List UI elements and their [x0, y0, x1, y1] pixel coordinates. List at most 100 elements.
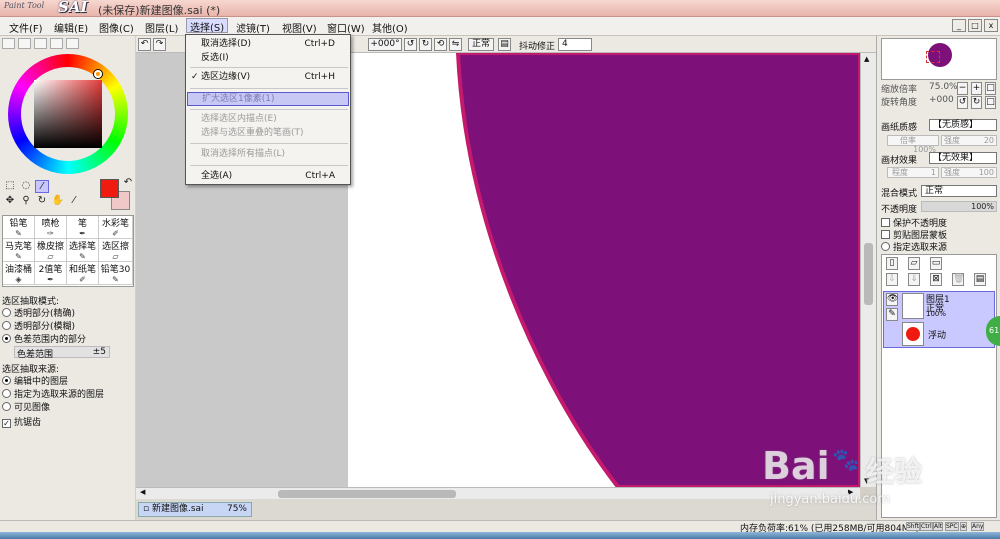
rotate-value[interactable]: +000	[929, 95, 954, 105]
mode-option-3[interactable]: 色差范围内的部分	[2, 332, 86, 345]
new-linework-layer-icon[interactable]: ▱	[908, 257, 920, 270]
undo-icon[interactable]: ↶	[138, 38, 151, 51]
source-option-2[interactable]: 指定为选取来源的图层	[2, 387, 104, 400]
new-layer-icon[interactable]: ▯	[886, 257, 898, 270]
menu-edit[interactable]: 编辑(E)	[54, 20, 88, 35]
layer-row[interactable]: 👁 ✎ 图层1 正常 100% 浮动	[883, 291, 995, 348]
mode-option-1[interactable]: 透明部分(精确)	[2, 306, 75, 319]
zoom-icon[interactable]: ⚲	[19, 195, 33, 208]
canvas-paper[interactable]	[348, 53, 860, 487]
redo-icon[interactable]: ↷	[153, 38, 166, 51]
blend-select[interactable]: 正常	[468, 38, 494, 51]
menu-window[interactable]: 窗口(W)	[327, 20, 365, 35]
rotate-ccw-icon[interactable]: ↺	[957, 96, 968, 109]
close-button[interactable]: x	[984, 19, 998, 32]
opacity-slider[interactable]: 100%	[921, 201, 997, 212]
minimize-button[interactable]: _	[952, 19, 966, 32]
menu-item-deselect[interactable]: 取消选择(D) Ctrl+D	[187, 38, 349, 52]
menu-filter[interactable]: 滤镜(T)	[236, 20, 270, 35]
menu-other[interactable]: 其他(O)	[372, 20, 408, 35]
menu-item-select-all[interactable]: 全选(A) Ctrl+A	[187, 170, 349, 184]
move-icon[interactable]: ✥	[3, 195, 17, 208]
effect-degree-field[interactable]: 程度 1	[887, 167, 939, 178]
brush-pen[interactable]: 笔 ✒	[67, 216, 99, 239]
color-range-field[interactable]: 色差范围 ±5	[14, 346, 110, 360]
rotate-right-icon[interactable]: ↻	[419, 38, 432, 51]
clear-layer-icon[interactable]: ⊠	[930, 273, 942, 286]
layer-edit-pen-icon[interactable]: ✎	[886, 308, 898, 321]
new-folder-icon[interactable]: ▭	[930, 257, 942, 270]
zoom-out-icon[interactable]: −	[957, 82, 968, 95]
effect-select[interactable]: 【无效果】	[929, 152, 997, 164]
hsv-slider-icon[interactable]	[34, 38, 47, 49]
scratchpad-icon[interactable]	[66, 38, 79, 49]
vertical-scrollbar[interactable]: ▲ ▼	[860, 53, 876, 487]
magic-wand-icon[interactable]: ⁄	[35, 180, 49, 193]
source-option-3[interactable]: 可见图像	[2, 400, 50, 413]
brush-select-eraser[interactable]: 选区擦 ▱	[99, 239, 133, 262]
paper-texture-select[interactable]: 【无质感】	[929, 119, 997, 131]
zoom-in-icon[interactable]: +	[971, 82, 982, 95]
rotate-reset-icon[interactable]: □	[985, 96, 996, 109]
reset-rotate-icon[interactable]: ⟲	[434, 38, 447, 51]
mode-option-2[interactable]: 透明部分(模糊)	[2, 319, 75, 332]
select-source-radio[interactable]: 指定选取来源	[881, 240, 947, 253]
visibility-eye-icon[interactable]: 👁	[886, 293, 898, 306]
color-square[interactable]	[34, 80, 102, 148]
mode-toggle-icon[interactable]: ▤	[498, 38, 511, 51]
brush-marker[interactable]: 马克笔 ✎	[3, 239, 35, 262]
menu-item-selection-edge[interactable]: ✓ 选区边缘(V) Ctrl+H	[187, 71, 349, 85]
rotate-left-icon[interactable]: ↺	[404, 38, 417, 51]
brush-select-pen[interactable]: 选择笔 ✎	[67, 239, 99, 262]
navigator[interactable]	[881, 38, 997, 80]
rotate-icon[interactable]: ↻	[35, 195, 49, 208]
flip-icon[interactable]: ⇋	[449, 38, 462, 51]
brush-binary[interactable]: 2值笔 ✒	[35, 262, 67, 285]
brush-eraser[interactable]: 橡皮擦 ▱	[35, 239, 67, 262]
effect-strength-field[interactable]: 强度 100	[941, 167, 997, 178]
navigator-view-rect[interactable]	[926, 51, 940, 63]
antialias-checkbox[interactable]: ✓ 抗锯齿	[2, 415, 41, 428]
menu-item-select-strokes[interactable]: 选择与选区重叠的笔画(T)	[187, 127, 349, 141]
zoom-reset-icon[interactable]: □	[985, 82, 996, 95]
scroll-up-icon[interactable]: ▲	[864, 55, 869, 63]
brush-bucket[interactable]: 油漆桶 ◈	[3, 262, 35, 285]
horizontal-scroll-thumb[interactable]	[278, 490, 456, 498]
menu-item-expand-selection[interactable]: 扩大选区1像素(1)	[187, 92, 349, 106]
menu-select[interactable]: 选择(S)	[186, 18, 229, 34]
brush-airbrush[interactable]: 喷枪 ✑	[35, 216, 67, 239]
rotate-cw-icon[interactable]: ↻	[971, 96, 982, 109]
brush-pencil30[interactable]: 铅笔30 ✎	[99, 262, 133, 285]
eyedropper-icon[interactable]: ⁄	[67, 195, 81, 208]
transfer-down-icon[interactable]: ⇩	[886, 273, 898, 286]
brush-pencil[interactable]: 铅笔 ✎	[3, 216, 35, 239]
delete-layer-icon[interactable]: 🗑	[952, 273, 964, 286]
angle-field[interactable]: +000°	[368, 38, 402, 51]
brush-watercolor[interactable]: 水彩笔 ✐	[99, 216, 133, 239]
menu-image[interactable]: 图像(C)	[99, 20, 134, 35]
menu-layer[interactable]: 图层(L)	[145, 20, 178, 35]
color-wheel[interactable]	[8, 54, 128, 174]
layer-extra-icon[interactable]: ▤	[974, 273, 986, 286]
menu-item-invert[interactable]: 反选(I)	[187, 52, 349, 66]
rect-select-icon[interactable]: ⬚	[3, 180, 17, 193]
stabilizer-select[interactable]: 4	[558, 38, 592, 51]
blend-mode-select[interactable]: 正常	[921, 185, 997, 197]
menu-item-select-anchors[interactable]: 选择选区内描点(E)	[187, 113, 349, 127]
swap-colors-icon[interactable]: ↶	[121, 177, 135, 190]
menu-item-deselect-anchors[interactable]: 取消选择所有描点(L)	[187, 148, 349, 162]
file-tab[interactable]: ▫ 新建图像.sai 75%	[138, 502, 252, 517]
zoom-value[interactable]: 75.0%	[929, 82, 958, 92]
vertical-scroll-thumb[interactable]	[864, 243, 873, 305]
menu-file[interactable]: 文件(F)	[9, 20, 43, 35]
menu-view[interactable]: 视图(V)	[282, 20, 317, 35]
brush-washi[interactable]: 和纸笔 ✐	[67, 262, 99, 285]
swatch-icon[interactable]	[50, 38, 63, 49]
source-option-1[interactable]: 编辑中的图层	[2, 374, 68, 387]
rgb-slider-icon[interactable]	[18, 38, 31, 49]
foreground-color-swatch[interactable]	[100, 179, 119, 198]
lasso-icon[interactable]: ◌	[19, 180, 33, 193]
paper-scale-field[interactable]: 倍率 100%	[887, 135, 939, 154]
hand-icon[interactable]: ✋	[51, 195, 65, 208]
hue-knob[interactable]	[94, 70, 102, 78]
